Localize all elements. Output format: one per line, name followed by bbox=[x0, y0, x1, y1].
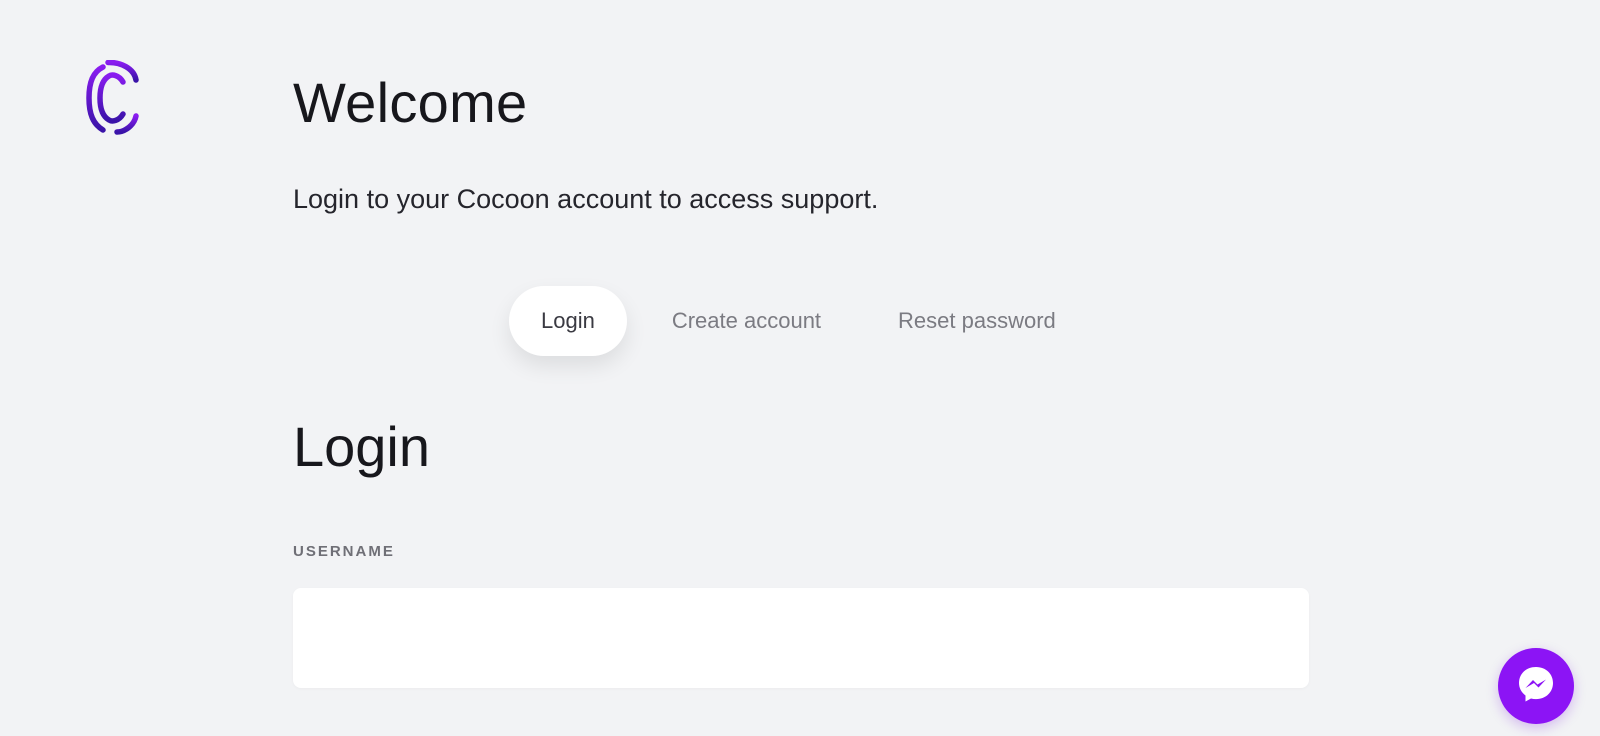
auth-tabs: Login Create account Reset password bbox=[509, 286, 1056, 356]
username-label: USERNAME bbox=[293, 543, 395, 560]
tab-login[interactable]: Login bbox=[509, 286, 627, 356]
messenger-chat-button[interactable] bbox=[1498, 648, 1574, 724]
tab-reset-password[interactable]: Reset password bbox=[898, 286, 1056, 356]
page: Welcome Login to your Cocoon account to … bbox=[0, 0, 1600, 736]
username-input[interactable] bbox=[293, 588, 1309, 688]
login-heading: Login bbox=[293, 415, 431, 478]
cocoon-logo-icon[interactable] bbox=[86, 59, 140, 137]
tab-create-account[interactable]: Create account bbox=[672, 286, 821, 356]
page-subtitle: Login to your Cocoon account to access s… bbox=[293, 184, 879, 214]
messenger-icon bbox=[1514, 662, 1558, 711]
page-title: Welcome bbox=[293, 71, 528, 134]
